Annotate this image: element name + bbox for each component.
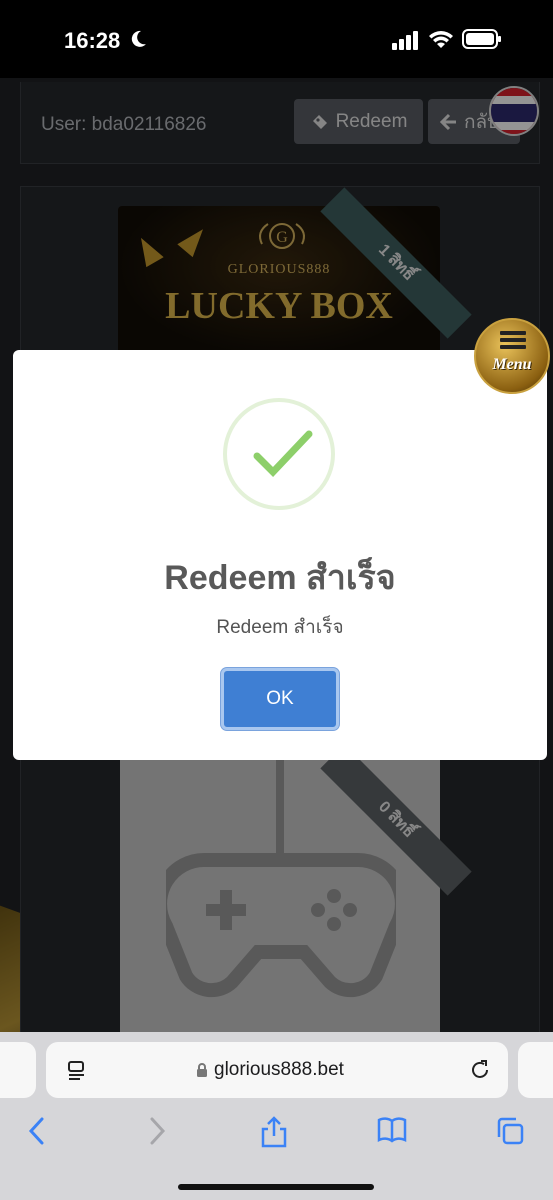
lock-icon bbox=[197, 1063, 207, 1077]
checkmark-icon bbox=[253, 430, 313, 478]
battery-icon bbox=[462, 29, 501, 49]
dialog-title: Redeem สำเร็จ bbox=[164, 559, 396, 597]
ok-button[interactable]: OK bbox=[221, 668, 339, 730]
forward-arrow-icon[interactable] bbox=[146, 1116, 168, 1146]
moon-icon bbox=[131, 30, 146, 47]
reload-icon[interactable] bbox=[468, 1058, 492, 1082]
bookmarks-icon[interactable] bbox=[376, 1116, 408, 1144]
dialog-message: Redeem สำเร็จ bbox=[216, 617, 344, 638]
share-icon[interactable] bbox=[260, 1116, 288, 1148]
status-bar: 16:28 bbox=[0, 0, 553, 78]
status-time: 16:28 bbox=[64, 28, 121, 53]
signal-icon bbox=[392, 31, 418, 50]
address-bar[interactable]: glorious888.bet bbox=[46, 1042, 508, 1098]
success-dialog: Redeem สำเร็จ Redeem สำเร็จ OK bbox=[13, 350, 547, 760]
next-tab-preview[interactable] bbox=[518, 1042, 553, 1098]
menu-label: Menu bbox=[492, 356, 532, 373]
previous-tab-preview[interactable] bbox=[0, 1042, 36, 1098]
browser-nav-row bbox=[0, 1110, 553, 1154]
page-menu-icon[interactable] bbox=[66, 1059, 88, 1081]
url-text: glorious888.bet bbox=[214, 1059, 344, 1080]
home-indicator bbox=[178, 1184, 374, 1190]
menu-button[interactable]: Menu bbox=[474, 318, 550, 394]
success-icon bbox=[223, 398, 335, 510]
wifi-icon bbox=[429, 31, 453, 48]
back-arrow-icon[interactable] bbox=[26, 1116, 48, 1146]
browser-toolbar: glorious888.bet bbox=[0, 1032, 553, 1200]
tabs-icon[interactable] bbox=[495, 1116, 525, 1146]
hamburger-icon bbox=[500, 331, 526, 349]
